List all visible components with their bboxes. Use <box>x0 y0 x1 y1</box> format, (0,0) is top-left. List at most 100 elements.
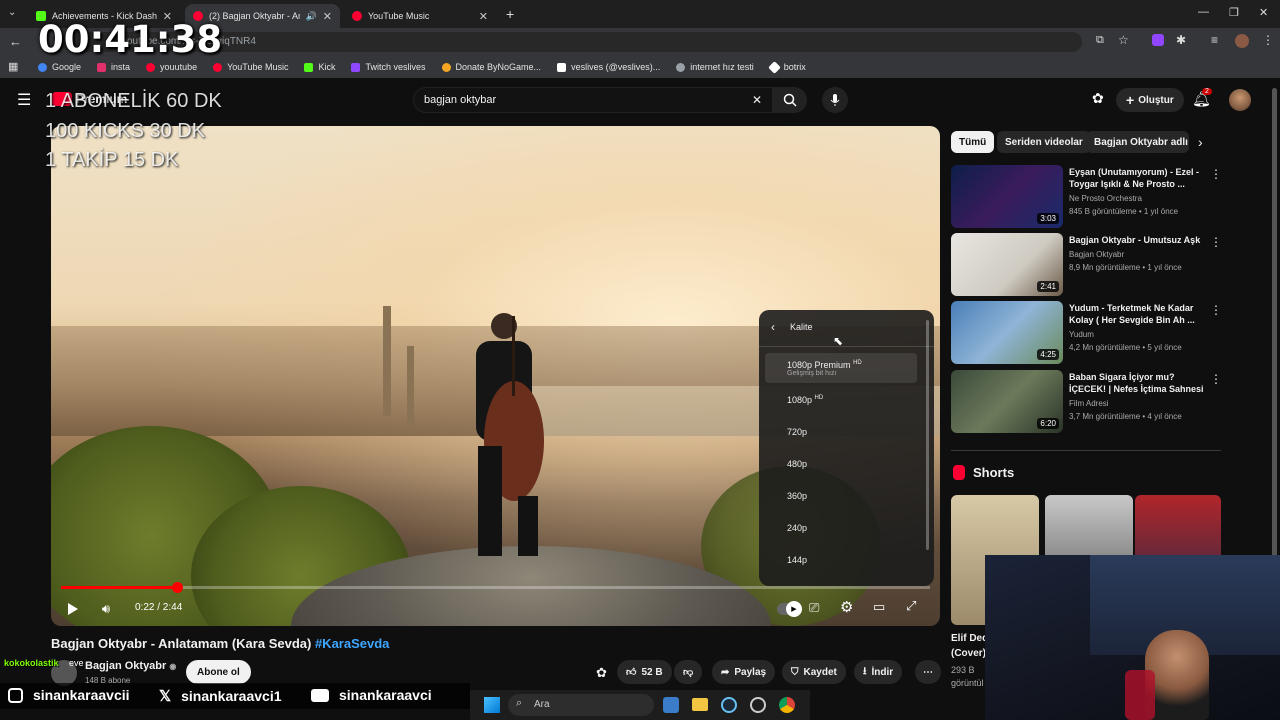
create-label: Oluştur <box>1138 94 1174 106</box>
minimize-button[interactable]: — <box>1198 6 1209 18</box>
extension-gear-icon[interactable]: ✿ <box>596 665 607 681</box>
bookmark-donate[interactable]: Donate ByNoGame... <box>434 62 550 72</box>
quality-option-360p[interactable]: 360p <box>765 481 917 511</box>
download-label: İndir <box>871 666 894 678</box>
taskbar-search-input[interactable]: ⌕ Ara <box>508 694 654 716</box>
kebab-menu-icon[interactable]: ⋮ <box>1210 303 1222 317</box>
app-icon[interactable] <box>750 697 766 713</box>
bookmark-kick[interactable]: Kick <box>296 62 343 72</box>
reading-list-icon[interactable]: ≡ <box>1211 33 1218 47</box>
chip-label: Bagjan Oktyabr adlı y <box>1094 136 1189 148</box>
recommendation-item[interactable]: 4:25 Yudum - Terketmek Ne Kadar Kolay ( … <box>951 301 1222 365</box>
voice-search-button[interactable] <box>822 87 848 113</box>
bookmark-speedtest[interactable]: internet hız testi <box>668 62 762 72</box>
hamburger-menu-icon[interactable]: ☰ <box>17 90 31 110</box>
quality-option-720p[interactable]: 720p <box>765 417 917 447</box>
kebab-menu-icon[interactable]: ⋮ <box>1262 33 1274 47</box>
menu-scrollbar[interactable] <box>926 320 929 550</box>
quality-option-480p[interactable]: 480p <box>765 449 917 479</box>
more-actions-button[interactable]: ⋯ <box>915 660 941 684</box>
autoplay-toggle[interactable]: ▶ <box>777 601 802 617</box>
settings-gear-icon[interactable]: ⚙ <box>840 598 853 616</box>
play-icon <box>68 603 78 615</box>
maximize-button[interactable]: ❐ <box>1229 6 1239 19</box>
kebab-menu-icon[interactable]: ⋮ <box>1210 372 1222 386</box>
quality-option-label: 360p <box>787 491 808 501</box>
quality-option-240p[interactable]: 240p <box>765 513 917 543</box>
short-views: görüntül <box>951 678 984 688</box>
extension-gear-icon[interactable]: ✿ <box>1092 90 1104 107</box>
menu-divider <box>759 346 934 347</box>
miniplayer-icon[interactable]: ▭ <box>873 599 885 615</box>
bookmark-tiktok[interactable]: veslives (@veslives)... <box>549 62 668 72</box>
youtube-music-icon <box>213 62 223 72</box>
share-button[interactable]: ➦ Paylaş <box>712 660 776 684</box>
clear-search-icon[interactable]: ✕ <box>752 93 762 107</box>
save-button[interactable]: ⛉ Kaydet <box>782 660 846 684</box>
chip-all[interactable]: Tümü <box>951 131 995 153</box>
bookmark-star-icon[interactable]: ☆ <box>1118 33 1129 47</box>
install-icon[interactable]: ⧉ <box>1096 34 1104 47</box>
dislike-button[interactable]: 👎︎ <box>674 660 703 684</box>
widgets-icon[interactable] <box>663 697 679 713</box>
quality-option-1080p[interactable]: 1080p HD <box>765 385 917 415</box>
profile-avatar[interactable] <box>1235 34 1249 48</box>
recommendation-channel: Film Adresi <box>1069 399 1109 408</box>
file-explorer-icon[interactable] <box>692 698 708 711</box>
bookmark-youtube-music[interactable]: YouTube Music <box>205 62 296 72</box>
recommendation-item[interactable]: 3:03 Eyşan (Unutamıyorum) - Ezel - Toyga… <box>951 165 1222 229</box>
tab-search-icon[interactable]: ⌄ <box>8 7 16 18</box>
chrome-icon[interactable] <box>779 697 795 713</box>
back-chevron-icon[interactable]: ‹ <box>771 320 775 334</box>
close-icon[interactable]: ✕ <box>323 10 332 23</box>
download-button[interactable]: ⭳ İndir <box>854 660 903 684</box>
like-button[interactable]: 👍︎ 52 B <box>617 660 672 684</box>
volume-button[interactable]: 🔊︎ <box>96 599 116 619</box>
progress-bar[interactable] <box>61 582 930 593</box>
duration-badge: 4:25 <box>1037 349 1059 360</box>
back-arrow-icon[interactable]: ← <box>9 34 22 49</box>
search-input[interactable]: bagjan oktybar ✕ <box>413 87 773 113</box>
search-query: bagjan oktybar <box>424 94 497 106</box>
kebab-menu-icon[interactable]: ⋮ <box>1210 167 1222 181</box>
kebab-menu-icon[interactable]: ⋮ <box>1210 235 1222 249</box>
bookmark-insta[interactable]: insta <box>89 62 138 72</box>
bookmark-twitch[interactable]: Twitch veslives <box>343 62 433 72</box>
quality-option-1080p-premium[interactable]: 1080p Premium HD Gelişmiş bit hızı <box>765 353 917 383</box>
steam-icon[interactable] <box>721 697 737 713</box>
notifications-button[interactable]: 🔔︎ 2 <box>1192 88 1212 108</box>
recommendation-item[interactable]: 2:41 Bagjan Oktyabr - Umutsuz Aşk Bagjan… <box>951 233 1222 297</box>
video-thumbnail: 4:25 <box>951 301 1063 364</box>
windows-start-icon[interactable] <box>484 697 500 713</box>
quality-option-144p[interactable]: 144p <box>765 545 917 575</box>
chip-channel[interactable]: Bagjan Oktyabr adlı y <box>1086 131 1189 153</box>
bookmark-botrix[interactable]: botrix <box>762 60 814 74</box>
bookmark-google[interactable]: Google <box>30 62 89 72</box>
apps-grid-icon[interactable]: ▦ <box>8 60 18 73</box>
close-window-button[interactable]: ✕ <box>1259 6 1268 19</box>
new-tab-button[interactable]: + <box>506 6 514 22</box>
account-avatar[interactable] <box>1229 89 1251 111</box>
speaker-icon[interactable]: 🔊 <box>306 11 317 22</box>
tab-youtube-music[interactable]: YouTube Music ✕ <box>344 4 496 28</box>
quality-option-sublabel: Gelişmiş bit hızı <box>787 369 837 377</box>
bookmark-youtube[interactable]: youutube <box>138 62 205 72</box>
page-scrollbar[interactable] <box>1272 88 1277 558</box>
create-button[interactable]: + Oluştur <box>1116 88 1184 112</box>
search-button[interactable] <box>773 87 807 113</box>
hashtag-link[interactable]: #KaraSevda <box>315 636 389 651</box>
video-player[interactable]: ‹ Kalite 1080p Premium HD Gelişmiş bit h… <box>51 126 940 626</box>
chevron-right-icon[interactable]: › <box>1198 134 1203 150</box>
play-button[interactable] <box>63 599 83 619</box>
close-icon[interactable]: ✕ <box>479 10 488 23</box>
youtube-icon <box>146 62 156 72</box>
extension-icon[interactable] <box>1152 34 1164 46</box>
channel-name[interactable]: Bagjan Oktyabr ◉ <box>85 660 176 672</box>
subtitles-icon[interactable]: ⎚ <box>809 600 819 616</box>
recommendation-item[interactable]: 6:20 Baban Sigara İçiyor mu? İÇECEK! | N… <box>951 370 1222 434</box>
subscribe-button[interactable]: Abone ol <box>186 660 251 684</box>
quality-option-label: 144p <box>787 555 808 565</box>
chip-series[interactable]: Seriden videolar <box>997 131 1091 153</box>
fullscreen-icon[interactable]: ⤢ <box>906 598 916 614</box>
puzzle-icon[interactable]: ✱ <box>1176 33 1186 47</box>
